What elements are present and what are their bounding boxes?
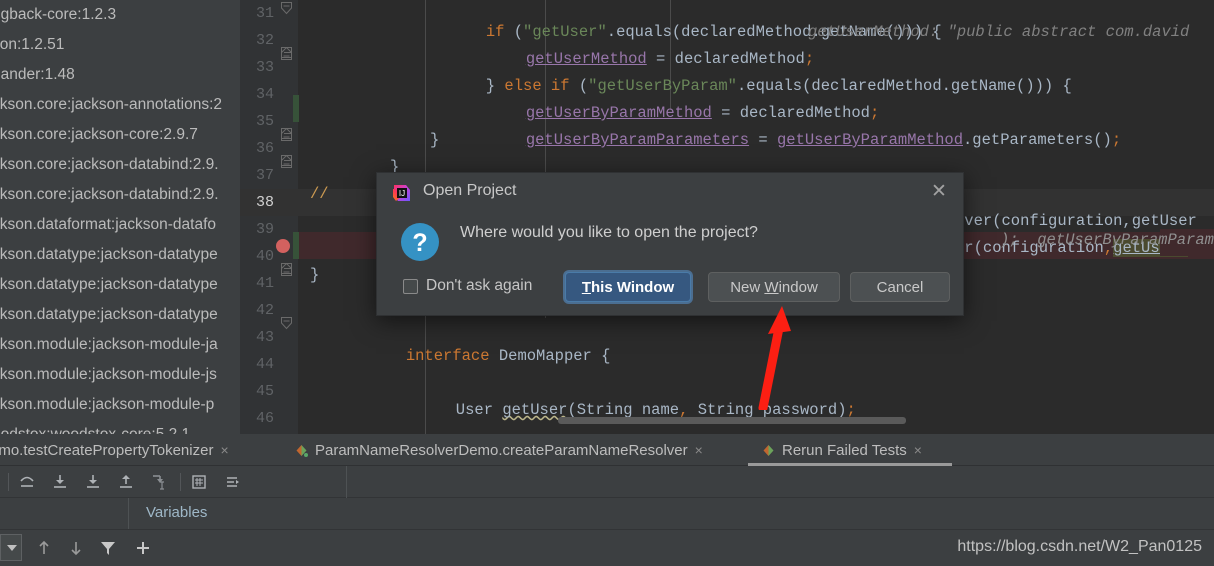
line-number: 39 bbox=[255, 221, 274, 238]
code-line[interactable]: getUserMethod = declaredMethod; bbox=[470, 19, 814, 68]
dont-ask-again-label: Don't ask again bbox=[426, 277, 533, 294]
rerun-failed-tests-icon bbox=[762, 444, 775, 457]
fold-marker-icon[interactable] bbox=[281, 128, 292, 141]
cancel-button[interactable]: Cancel bbox=[850, 272, 950, 302]
fold-marker-icon[interactable] bbox=[281, 47, 292, 60]
tab-label: ParamNameResolverDemo.createParamNameRes… bbox=[315, 441, 688, 459]
line-number: 38 bbox=[255, 194, 274, 211]
vcs-change-marker[interactable] bbox=[293, 232, 299, 259]
run-to-cursor-icon[interactable] bbox=[150, 473, 168, 491]
close-icon[interactable]: × bbox=[220, 442, 228, 458]
code-line[interactable]: getUserByParamMethod = declaredMethod; bbox=[470, 73, 879, 122]
step-over-icon[interactable] bbox=[18, 473, 36, 491]
dialog-title: Open Project bbox=[423, 182, 517, 199]
variables-pane-header: Variables bbox=[0, 498, 1214, 530]
this-window-button[interactable]: This Window bbox=[565, 272, 691, 302]
list-item[interactable]: oodstox:woodstox-core:5.2.1 bbox=[0, 420, 240, 434]
fold-marker-icon[interactable] bbox=[281, 155, 292, 168]
fold-marker-icon[interactable] bbox=[281, 2, 292, 17]
up-arrow-icon[interactable] bbox=[35, 539, 53, 557]
list-item[interactable]: son:1.2.51 bbox=[0, 30, 240, 60]
line-number: 37 bbox=[255, 167, 274, 184]
down-arrow-icon[interactable] bbox=[67, 539, 85, 557]
line-number: 41 bbox=[255, 275, 274, 292]
tab-label: emo.testCreatePropertyTokenizer bbox=[0, 441, 214, 459]
force-step-into-icon[interactable] bbox=[84, 473, 102, 491]
line-number: 36 bbox=[255, 140, 274, 157]
code-line[interactable]: } else if ("getUserByParam".equals(decla… bbox=[430, 46, 1072, 95]
line-number: 32 bbox=[255, 32, 274, 49]
list-item[interactable]: ckson.datatype:jackson-datatype bbox=[0, 240, 240, 270]
list-item[interactable]: ckson.module:jackson-module-p bbox=[0, 390, 240, 420]
list-item[interactable]: ckson.module:jackson-module-js bbox=[0, 360, 240, 390]
close-icon[interactable]: × bbox=[695, 442, 703, 458]
line-number: 35 bbox=[255, 113, 274, 130]
add-icon[interactable] bbox=[134, 539, 152, 557]
code-line[interactable]: getUserByParamParameters = getUserByPara… bbox=[470, 100, 1121, 149]
line-number: 33 bbox=[255, 59, 274, 76]
variables-title: Variables bbox=[146, 504, 208, 521]
show-execution-point-icon[interactable] bbox=[223, 473, 241, 491]
list-item[interactable]: ckson.core:jackson-databind:2.9. bbox=[0, 180, 240, 210]
line-number: 31 bbox=[255, 5, 274, 22]
code-line[interactable]: // bbox=[310, 181, 329, 208]
status-bar: https://blog.csdn.net/W2_Pan0125 bbox=[0, 530, 1214, 566]
close-icon[interactable]: × bbox=[914, 442, 922, 458]
close-icon[interactable]: ✕ bbox=[929, 182, 949, 202]
list-item[interactable]: ckson.core:jackson-core:2.9.7 bbox=[0, 120, 240, 150]
list-item[interactable]: ckson.datatype:jackson-datatype bbox=[0, 270, 240, 300]
fold-marker-icon[interactable] bbox=[281, 263, 292, 276]
list-item[interactable]: ckson.module:jackson-module-ja bbox=[0, 330, 240, 360]
vcs-change-marker[interactable] bbox=[293, 95, 299, 122]
run-tool-tabs[interactable]: emo.testCreatePropertyTokenizer × ParamN… bbox=[0, 434, 1214, 466]
intellij-logo-icon: IJ bbox=[392, 183, 412, 203]
line-number: 45 bbox=[255, 383, 274, 400]
tab-rerun-failed-tests[interactable]: Rerun Failed Tests × bbox=[748, 434, 952, 466]
ide-window: ogback-core:1.2.3 son:1.2.51 nander:1.48… bbox=[0, 0, 1214, 566]
list-item[interactable]: ckson.core:jackson-databind:2.9. bbox=[0, 150, 240, 180]
test-run-icon bbox=[295, 444, 308, 457]
dialog-message: Where would you like to open the project… bbox=[460, 224, 758, 241]
line-number: 44 bbox=[255, 356, 274, 373]
code-line[interactable]: if ("getUser".equals(declaredMethod.getN… bbox=[430, 0, 942, 41]
list-item[interactable]: ckson.dataformat:jackson-datafo bbox=[0, 210, 240, 240]
code-line[interactable]: } bbox=[430, 127, 439, 154]
line-number: 43 bbox=[255, 329, 274, 346]
list-item[interactable]: ckson.datatype:jackson-datatype bbox=[0, 300, 240, 330]
step-into-icon[interactable] bbox=[51, 473, 69, 491]
code-line[interactable]: interface DemoMapper { bbox=[350, 316, 611, 365]
line-number: 46 bbox=[255, 410, 274, 427]
new-window-button[interactable]: New Window bbox=[708, 272, 840, 302]
code-inline-hint-right: ); getUserByParamParamet bbox=[1000, 231, 1214, 249]
dialog-title-bar: IJ Open Project ✕ bbox=[377, 173, 963, 213]
tab-test-create-property-tokenizer[interactable]: emo.testCreatePropertyTokenizer × bbox=[0, 434, 229, 466]
list-item[interactable]: ogback-core:1.2.3 bbox=[0, 0, 240, 30]
evaluate-expression-icon[interactable] bbox=[190, 473, 208, 491]
fold-marker-icon[interactable] bbox=[281, 317, 292, 332]
code-inline-hint: getUserMethod: "public abstract com.davi… bbox=[808, 23, 1190, 41]
svg-text:?: ? bbox=[412, 229, 427, 257]
line-number: 42 bbox=[255, 302, 274, 319]
dont-ask-again-checkbox[interactable] bbox=[403, 279, 418, 294]
line-number: 40 bbox=[255, 248, 274, 265]
step-out-icon[interactable] bbox=[117, 473, 135, 491]
frames-dropdown[interactable] bbox=[0, 534, 22, 561]
svg-text:IJ: IJ bbox=[399, 189, 405, 198]
debug-step-toolbar[interactable] bbox=[0, 466, 1214, 498]
list-item[interactable]: ckson.core:jackson-annotations:2 bbox=[0, 90, 240, 120]
code-line[interactable]: } bbox=[310, 262, 319, 289]
filter-icon[interactable] bbox=[99, 539, 117, 557]
dependency-list-panel[interactable]: ogback-core:1.2.3 son:1.2.51 nander:1.48… bbox=[0, 0, 240, 434]
tab-param-name-resolver-demo[interactable]: ParamNameResolverDemo.createParamNameRes… bbox=[295, 434, 703, 466]
watermark-text: https://blog.csdn.net/W2_Pan0125 bbox=[957, 538, 1202, 555]
annotation-arrow bbox=[735, 300, 795, 415]
breakpoint-icon[interactable] bbox=[276, 239, 290, 253]
list-item[interactable]: nander:1.48 bbox=[0, 60, 240, 90]
line-number: 34 bbox=[255, 86, 274, 103]
question-icon: ? bbox=[400, 222, 440, 262]
tab-label: Rerun Failed Tests bbox=[782, 441, 907, 459]
editor-horizontal-scrollbar[interactable] bbox=[558, 417, 906, 424]
